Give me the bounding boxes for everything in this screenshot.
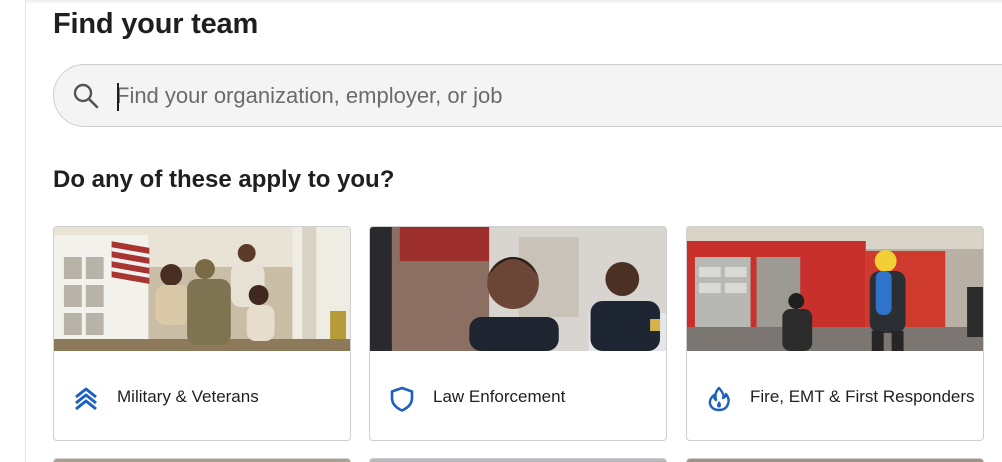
text-cursor <box>117 83 119 111</box>
card-peek[interactable] <box>369 458 667 462</box>
police-officers-image <box>370 227 666 351</box>
left-rail <box>0 0 26 462</box>
card-label-law-enforcement: Law Enforcement <box>433 387 566 406</box>
firefighters-image <box>687 227 983 351</box>
card-military-veterans[interactable]: Military & Veterans <box>53 226 351 441</box>
card-label-military: Military & Veterans <box>117 387 259 406</box>
card-law-enforcement[interactable]: Law Enforcement <box>369 226 667 441</box>
flame-icon <box>708 386 730 412</box>
military-chevron-icon <box>75 387 97 411</box>
search-input[interactable] <box>116 79 996 113</box>
military-family-image <box>54 227 350 351</box>
top-divider <box>26 0 1002 4</box>
search-box[interactable] <box>53 64 1002 127</box>
card-fire-emt-first-responders[interactable]: Fire, EMT & First Responders <box>686 226 984 441</box>
card-peek[interactable] <box>53 458 351 462</box>
card-label-fire-emt: Fire, EMT & First Responders <box>750 387 975 406</box>
card-peek[interactable] <box>686 458 984 462</box>
shield-icon <box>390 386 414 412</box>
page-title: Find your team <box>53 8 259 40</box>
section-title: Do any of these apply to you? <box>53 166 395 193</box>
search-icon <box>73 83 99 109</box>
